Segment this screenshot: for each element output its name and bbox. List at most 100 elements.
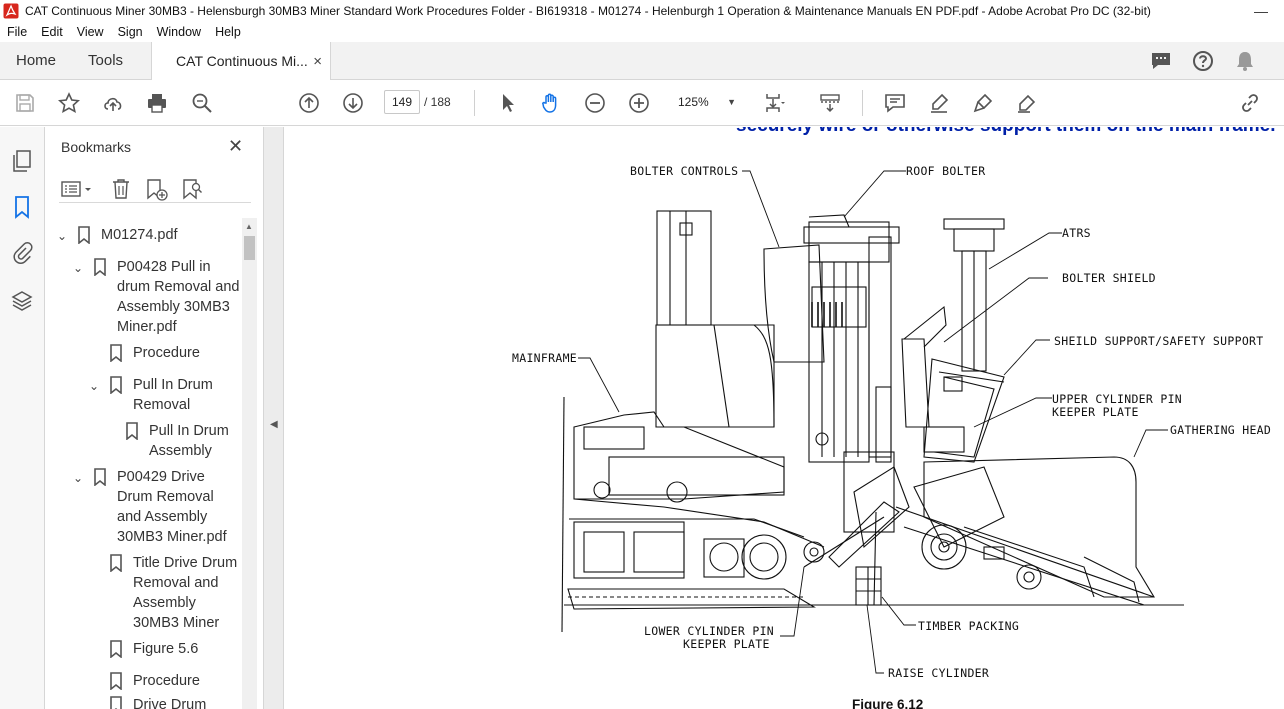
panel-collapse-strip[interactable]: ◀ bbox=[264, 127, 284, 709]
upload-cloud-icon[interactable] bbox=[101, 91, 125, 115]
bookmark-label: Figure 5.6 bbox=[133, 641, 199, 657]
left-navigation-rail bbox=[0, 127, 45, 709]
collapse-arrow-icon[interactable]: ◀ bbox=[270, 419, 278, 430]
bookmarks-panel-title: Bookmarks bbox=[61, 139, 132, 155]
bookmark-item[interactable]: ⌄ P00429 Drive Drum Removal and Assembly… bbox=[73, 467, 243, 551]
bookmark-label: Procedure bbox=[133, 345, 200, 361]
bookmark-item[interactable]: ⌄ M01274.pdf bbox=[57, 225, 242, 247]
callout-gathering-head: GATHERING HEAD bbox=[1170, 423, 1272, 437]
bookmark-flag-icon bbox=[110, 672, 122, 690]
sticky-note-icon[interactable] bbox=[883, 91, 907, 115]
bookmark-flag-icon bbox=[94, 258, 106, 276]
callout-bolter-shield: BOLTER SHIELD bbox=[1062, 271, 1156, 285]
chevron-down-icon[interactable]: ⌄ bbox=[73, 258, 87, 278]
bookmark-label: Drive Drum bbox=[133, 697, 207, 709]
bookmark-item[interactable]: ⌄ Pull In Drum Removal bbox=[89, 375, 239, 419]
bookmarks-icon[interactable] bbox=[11, 195, 33, 219]
comment-icon[interactable] bbox=[1150, 50, 1172, 72]
fill-sign-icon[interactable] bbox=[1015, 91, 1039, 115]
close-panel-icon[interactable]: ✕ bbox=[228, 136, 243, 157]
chevron-down-icon[interactable]: ⌄ bbox=[57, 226, 71, 246]
next-page-icon[interactable] bbox=[341, 91, 365, 115]
menu-window[interactable]: Window bbox=[150, 25, 208, 39]
help-icon[interactable] bbox=[1192, 50, 1214, 72]
bookmark-item[interactable]: Procedure bbox=[89, 343, 239, 365]
main-toolbar bbox=[0, 80, 1284, 126]
previous-page-icon[interactable] bbox=[297, 91, 321, 115]
zoom-value: 125% bbox=[678, 95, 709, 109]
bookmark-item[interactable]: Figure 5.6 bbox=[89, 639, 239, 661]
page-thumbnails-icon[interactable] bbox=[11, 149, 33, 173]
save-icon[interactable] bbox=[13, 91, 37, 115]
chevron-down-icon[interactable]: ⌄ bbox=[73, 468, 87, 488]
new-bookmark-icon[interactable] bbox=[145, 178, 169, 202]
bookmark-label: Procedure bbox=[133, 673, 200, 689]
toolbar-separator bbox=[862, 90, 863, 116]
tab-close-icon[interactable]: × bbox=[313, 53, 322, 70]
callout-raise-cylinder: RAISE CYLINDER bbox=[888, 666, 990, 680]
bookmark-flag-icon bbox=[78, 226, 90, 244]
tab-home[interactable]: Home bbox=[0, 42, 72, 79]
chevron-down-icon[interactable]: ⌄ bbox=[89, 376, 103, 396]
scrollbar-thumb[interactable] bbox=[244, 236, 255, 260]
tab-document[interactable]: CAT Continuous Mi... × bbox=[151, 42, 332, 80]
title-bar: CAT Continuous Miner 30MB3 - Helensburgh… bbox=[0, 0, 1284, 22]
callout-roof-bolter: ROOF BOLTER bbox=[906, 164, 986, 178]
callout-lower-keeper-plate: KEEPER PLATE bbox=[683, 637, 770, 651]
header-right-icons bbox=[1150, 42, 1284, 79]
menu-sign[interactable]: Sign bbox=[111, 25, 150, 39]
bookmark-flag-icon bbox=[110, 344, 122, 362]
select-cursor-icon[interactable] bbox=[496, 91, 520, 115]
bookmarks-scrollbar[interactable]: ▲ bbox=[242, 218, 257, 709]
find-icon[interactable] bbox=[190, 91, 214, 115]
bookmark-flag-icon bbox=[110, 376, 122, 394]
bookmark-flag-icon bbox=[110, 554, 122, 572]
delete-bookmark-icon[interactable] bbox=[111, 178, 131, 200]
bookmark-flag-icon bbox=[126, 422, 138, 440]
share-link-icon[interactable] bbox=[1238, 91, 1262, 115]
bookmark-label: Pull In Drum Removal bbox=[133, 377, 213, 413]
bookmarks-panel: Bookmarks ✕ ⌄ M01274.pdf ⌄ P00428 Pull i… bbox=[45, 127, 264, 709]
callout-shield-support: SHEILD SUPPORT/SAFETY SUPPORT bbox=[1054, 334, 1264, 348]
bookmark-flag-icon bbox=[110, 640, 122, 658]
menu-view[interactable]: View bbox=[70, 25, 111, 39]
menu-edit[interactable]: Edit bbox=[34, 25, 70, 39]
minimize-button[interactable]: — bbox=[1238, 3, 1284, 19]
bookmark-item[interactable]: Procedure bbox=[89, 671, 239, 693]
highlight-pen-icon[interactable] bbox=[927, 91, 951, 115]
find-bookmark-icon[interactable] bbox=[181, 178, 203, 202]
page-fit-icon[interactable] bbox=[763, 91, 787, 115]
draw-pen-icon[interactable] bbox=[971, 91, 995, 115]
star-icon[interactable] bbox=[57, 91, 81, 115]
toolbar-separator bbox=[474, 90, 475, 116]
callout-upper-keeper-plate: KEEPER PLATE bbox=[1052, 405, 1139, 419]
zoom-in-icon[interactable] bbox=[627, 91, 651, 115]
page-number-input[interactable]: 149 bbox=[384, 90, 420, 114]
bookmark-item[interactable]: Drive Drum bbox=[89, 695, 239, 709]
notification-bell-icon[interactable] bbox=[1234, 50, 1256, 72]
scroll-mode-icon[interactable] bbox=[818, 91, 842, 115]
bookmark-label: P00428 Pull in drum Removal and Assembly… bbox=[117, 259, 240, 335]
scroll-up-icon[interactable]: ▲ bbox=[245, 222, 253, 231]
print-icon[interactable] bbox=[145, 91, 169, 115]
bookmark-tree: ⌄ M01274.pdf ⌄ P00428 Pull in drum Remov… bbox=[45, 215, 245, 709]
zoom-out-icon[interactable] bbox=[583, 91, 607, 115]
bookmark-label: P00429 Drive Drum Removal and Assembly 3… bbox=[117, 469, 227, 545]
bookmark-item[interactable]: ⌄ P00428 Pull in drum Removal and Assemb… bbox=[73, 257, 243, 341]
menu-bar: File Edit View Sign Window Help bbox=[0, 22, 1284, 42]
figure-caption: Figure 6.12 bbox=[852, 697, 924, 709]
callout-bolter-controls: BOLTER CONTROLS bbox=[630, 164, 739, 178]
layers-icon[interactable] bbox=[11, 289, 33, 313]
bookmark-item[interactable]: Title Drive Drum Removal and Assembly 30… bbox=[89, 553, 241, 637]
tab-bar: Home Tools CAT Continuous Mi... × bbox=[0, 42, 1284, 80]
hand-tool-icon[interactable] bbox=[539, 91, 563, 115]
bookmark-options-icon[interactable] bbox=[61, 179, 95, 199]
document-view[interactable]: securely wire or otherwise support them … bbox=[284, 127, 1284, 709]
menu-file[interactable]: File bbox=[0, 25, 34, 39]
zoom-select[interactable]: 125% ▼ bbox=[670, 90, 742, 114]
tab-tools[interactable]: Tools bbox=[72, 42, 139, 79]
callout-timber-packing: TIMBER PACKING bbox=[918, 619, 1020, 633]
bookmark-item[interactable]: Pull In Drum Assembly bbox=[105, 421, 241, 465]
attachments-icon[interactable] bbox=[11, 241, 33, 265]
menu-help[interactable]: Help bbox=[208, 25, 248, 39]
